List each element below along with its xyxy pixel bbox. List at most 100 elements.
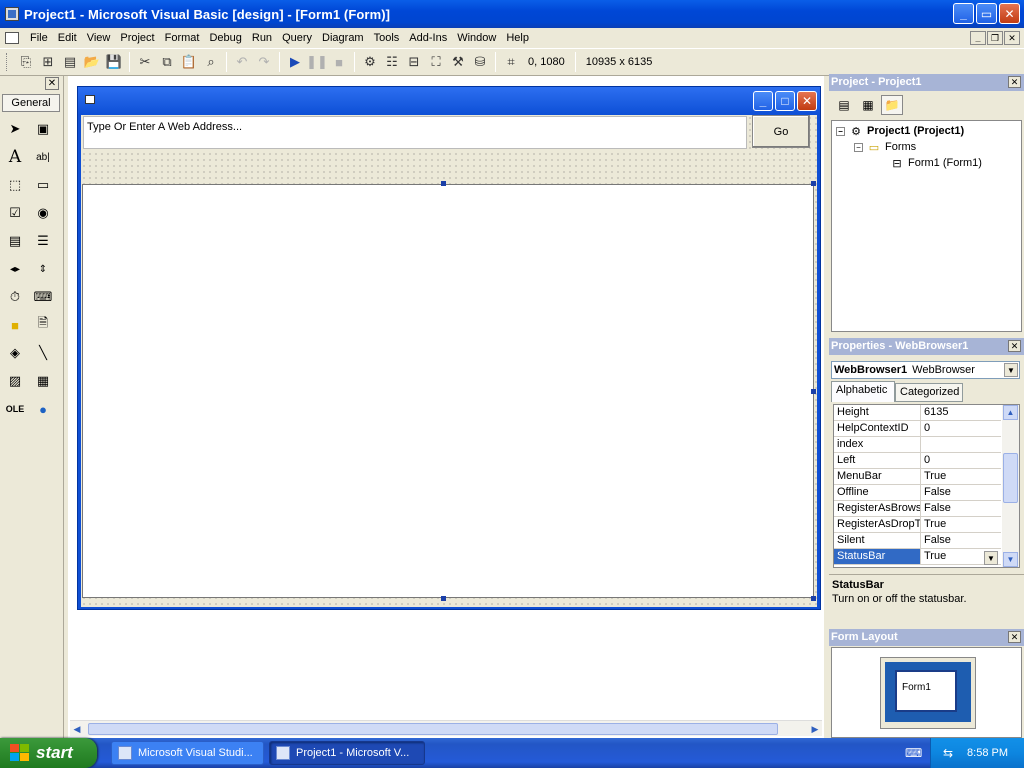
form-layout-icon[interactable]: ⊟ — [403, 51, 425, 73]
form-mdi-icon[interactable] — [5, 32, 19, 44]
ole-tool-icon[interactable]: OLE — [4, 398, 26, 420]
frame-tool-icon[interactable]: ⬚ — [4, 174, 26, 196]
menu-editor-icon[interactable]: ▤ — [59, 51, 81, 73]
webbrowser-tool-icon[interactable]: ● — [32, 398, 54, 420]
keyboard-tray-icon[interactable]: ⌨ — [905, 746, 922, 760]
start-button[interactable]: start — [0, 738, 97, 768]
layout-form-preview[interactable]: Form1 — [895, 670, 957, 712]
end-icon[interactable]: ■ — [328, 51, 350, 73]
undo-icon[interactable]: ↶ — [231, 51, 253, 73]
textbox-tool-icon[interactable]: ab| — [32, 146, 54, 168]
collapse-icon[interactable]: − — [836, 126, 845, 136]
resize-handle-top[interactable] — [441, 181, 446, 186]
project-panel-close-button[interactable]: ✕ — [1008, 76, 1021, 88]
tree-project-node[interactable]: − ⚙ Project1 (Project1) — [836, 125, 964, 138]
shape-tool-icon[interactable]: ◈ — [4, 342, 26, 364]
property-value[interactable] — [921, 437, 924, 452]
scroll-right-icon[interactable]: ▶ — [808, 722, 822, 736]
menu-run[interactable]: Run — [247, 28, 277, 48]
form1-client-area[interactable]: Type Or Enter A Web Address... Go — [81, 115, 817, 607]
form-minimize-button[interactable]: _ — [753, 91, 773, 111]
minimize-button[interactable]: _ — [953, 3, 974, 24]
property-row-selected[interactable]: StatusBar True — [834, 549, 1001, 565]
form-close-button[interactable]: ✕ — [797, 91, 817, 111]
tab-alphabetic[interactable]: Alphabetic — [831, 381, 895, 402]
scroll-left-icon[interactable]: ◀ — [70, 722, 84, 736]
toolbar-grip[interactable] — [6, 53, 9, 71]
listbox-tool-icon[interactable]: ☰ — [32, 230, 54, 252]
combobox-tool-icon[interactable]: ▤ — [4, 230, 26, 252]
property-row[interactable]: RegisterAsBrowser False — [834, 501, 1001, 517]
clock[interactable]: 8:58 PM — [967, 747, 1008, 759]
data-tool-icon[interactable]: ▦ — [32, 370, 54, 392]
tab-categorized[interactable]: Categorized — [895, 383, 963, 402]
go-button[interactable]: Go — [752, 115, 810, 148]
toolbox-general-tab[interactable]: General — [2, 94, 60, 112]
resize-handle-top-right[interactable] — [811, 181, 816, 186]
paste-icon[interactable]: 📋 — [178, 51, 200, 73]
property-row[interactable]: RegisterAsDropTarget True — [834, 517, 1001, 533]
redo-icon[interactable]: ↷ — [253, 51, 275, 73]
drivelistbox-tool-icon[interactable]: ⌨ — [32, 286, 54, 308]
property-row[interactable]: Height 6135 — [834, 405, 1001, 421]
menu-file[interactable]: File — [25, 28, 53, 48]
address-textbox[interactable]: Type Or Enter A Web Address... — [83, 116, 747, 149]
property-value[interactable]: False — [921, 533, 951, 548]
network-icon[interactable]: ⇆ — [943, 746, 953, 760]
properties-icon[interactable]: ☷ — [381, 51, 403, 73]
taskbar-item-project1[interactable]: Project1 - Microsoft V... — [269, 741, 425, 765]
main-titlebar[interactable]: Project1 - Microsoft Visual Basic [desig… — [0, 0, 1024, 28]
property-value[interactable]: 0 — [921, 453, 930, 468]
timer-tool-icon[interactable]: ⏱ — [4, 286, 26, 308]
property-value[interactable]: False — [921, 501, 951, 516]
start-icon[interactable]: ▶ — [284, 51, 306, 73]
menu-diagram[interactable]: Diagram — [317, 28, 369, 48]
data-view-icon[interactable]: ⛁ — [469, 51, 491, 73]
add-form-icon[interactable]: ⊞ — [37, 51, 59, 73]
commandbutton-tool-icon[interactable]: ▭ — [32, 174, 54, 196]
webbrowser-control[interactable] — [82, 184, 814, 598]
checkbox-tool-icon[interactable]: ☑ — [4, 202, 26, 224]
property-value[interactable]: 6135 — [921, 405, 948, 420]
menu-help[interactable]: Help — [501, 28, 534, 48]
menu-window[interactable]: Window — [452, 28, 501, 48]
chevron-down-icon[interactable]: ▼ — [1004, 363, 1018, 377]
save-icon[interactable]: 💾 — [103, 51, 125, 73]
mdi-close-button[interactable]: ✕ — [1004, 31, 1020, 45]
vscrollbar-tool-icon[interactable]: ⇕ — [32, 258, 54, 280]
label-tool-icon[interactable]: A — [4, 146, 26, 168]
copy-icon[interactable]: ⧉ — [156, 51, 178, 73]
scroll-thumb[interactable] — [1003, 453, 1018, 503]
menu-add-ins[interactable]: Add-Ins — [404, 28, 452, 48]
object-selector[interactable]: WebBrowser1 WebBrowser ▼ — [831, 361, 1020, 379]
resize-handle-bottom[interactable] — [441, 596, 446, 601]
properties-vscrollbar[interactable]: ▲ ▼ — [1002, 405, 1019, 567]
form-layout-panel-title[interactable]: Form Layout ✕ — [829, 629, 1024, 646]
scroll-thumb[interactable] — [88, 723, 778, 735]
scroll-up-icon[interactable]: ▲ — [1003, 405, 1018, 420]
scroll-down-icon[interactable]: ▼ — [1003, 552, 1018, 567]
form1-titlebar[interactable]: _ □ ✕ — [78, 87, 820, 115]
property-value[interactable]: True — [921, 549, 946, 564]
property-row[interactable]: Left 0 — [834, 453, 1001, 469]
view-code-icon[interactable]: ▤ — [833, 95, 855, 115]
property-value[interactable]: True — [921, 517, 946, 532]
vb-app-icon[interactable] — [5, 7, 19, 21]
form1-window[interactable]: _ □ ✕ Type Or Enter A Web Address... Go — [77, 86, 821, 610]
toggle-folders-icon[interactable]: 📁 — [881, 95, 903, 115]
property-value[interactable]: 0 — [921, 421, 930, 436]
properties-panel-close-button[interactable]: ✕ — [1008, 340, 1021, 352]
mdi-minimize-button[interactable]: _ — [970, 31, 986, 45]
line-tool-icon[interactable]: ╲ — [32, 342, 54, 364]
value-dropdown-icon[interactable]: ▼ — [984, 551, 998, 565]
menu-query[interactable]: Query — [277, 28, 317, 48]
add-project-icon[interactable]: ⎘ — [15, 51, 37, 73]
resize-handle-bottom-right[interactable] — [811, 596, 816, 601]
resize-handle-right[interactable] — [811, 389, 816, 394]
designer-hscrollbar[interactable]: ◀ ▶ — [70, 720, 822, 736]
form-maximize-button[interactable]: □ — [775, 91, 795, 111]
pointer-tool-icon[interactable]: ➤ — [4, 118, 26, 140]
break-icon[interactable]: ❚❚ — [306, 51, 328, 73]
project-panel-title[interactable]: Project - Project1 ✕ — [829, 74, 1024, 91]
optionbutton-tool-icon[interactable]: ◉ — [32, 202, 54, 224]
